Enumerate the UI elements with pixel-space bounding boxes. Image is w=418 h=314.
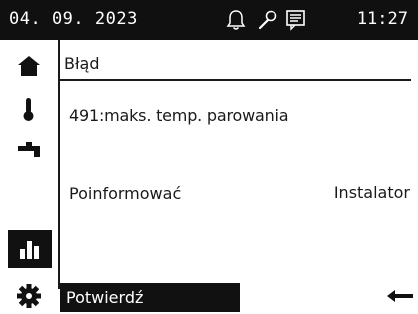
- status-time: 11:27: [356, 9, 408, 29]
- home-icon: [18, 56, 40, 76]
- bell-icon[interactable]: [226, 9, 246, 35]
- wrench-icon[interactable]: [257, 9, 277, 35]
- status-date: 04. 09. 2023: [9, 9, 138, 29]
- error-message: 491:maks. temp. parowania: [69, 106, 289, 125]
- status-bar: 04. 09. 2023 11:27: [0, 0, 418, 40]
- tap-icon: [18, 142, 40, 157]
- notify-value[interactable]: Instalator: [334, 183, 410, 202]
- status-icons: [226, 9, 316, 31]
- confirm-button[interactable]: Potwierdź: [60, 283, 240, 312]
- page-title: Błąd: [64, 54, 100, 73]
- arrow-left-icon: [387, 290, 413, 302]
- notify-label: Poinformować: [69, 184, 182, 203]
- back-button[interactable]: [386, 288, 414, 307]
- sidebar-item-temperature[interactable]: [8, 90, 52, 128]
- chart-icon: [20, 241, 39, 259]
- gear-icon: [17, 284, 41, 308]
- confirm-button-label: Potwierdź: [66, 288, 144, 307]
- sidebar: [0, 40, 58, 312]
- title-divider: [60, 79, 411, 81]
- main-panel: Błąd 491:maks. temp. parowania Poinformo…: [58, 40, 418, 312]
- sidebar-item-water[interactable]: [8, 133, 52, 171]
- message-icon[interactable]: [285, 9, 307, 35]
- thermometer-icon: [23, 98, 34, 121]
- sidebar-item-settings[interactable]: [8, 276, 52, 314]
- sidebar-item-statistics[interactable]: [8, 230, 52, 268]
- divider-vertical: [58, 40, 60, 289]
- sidebar-item-home[interactable]: [8, 47, 52, 85]
